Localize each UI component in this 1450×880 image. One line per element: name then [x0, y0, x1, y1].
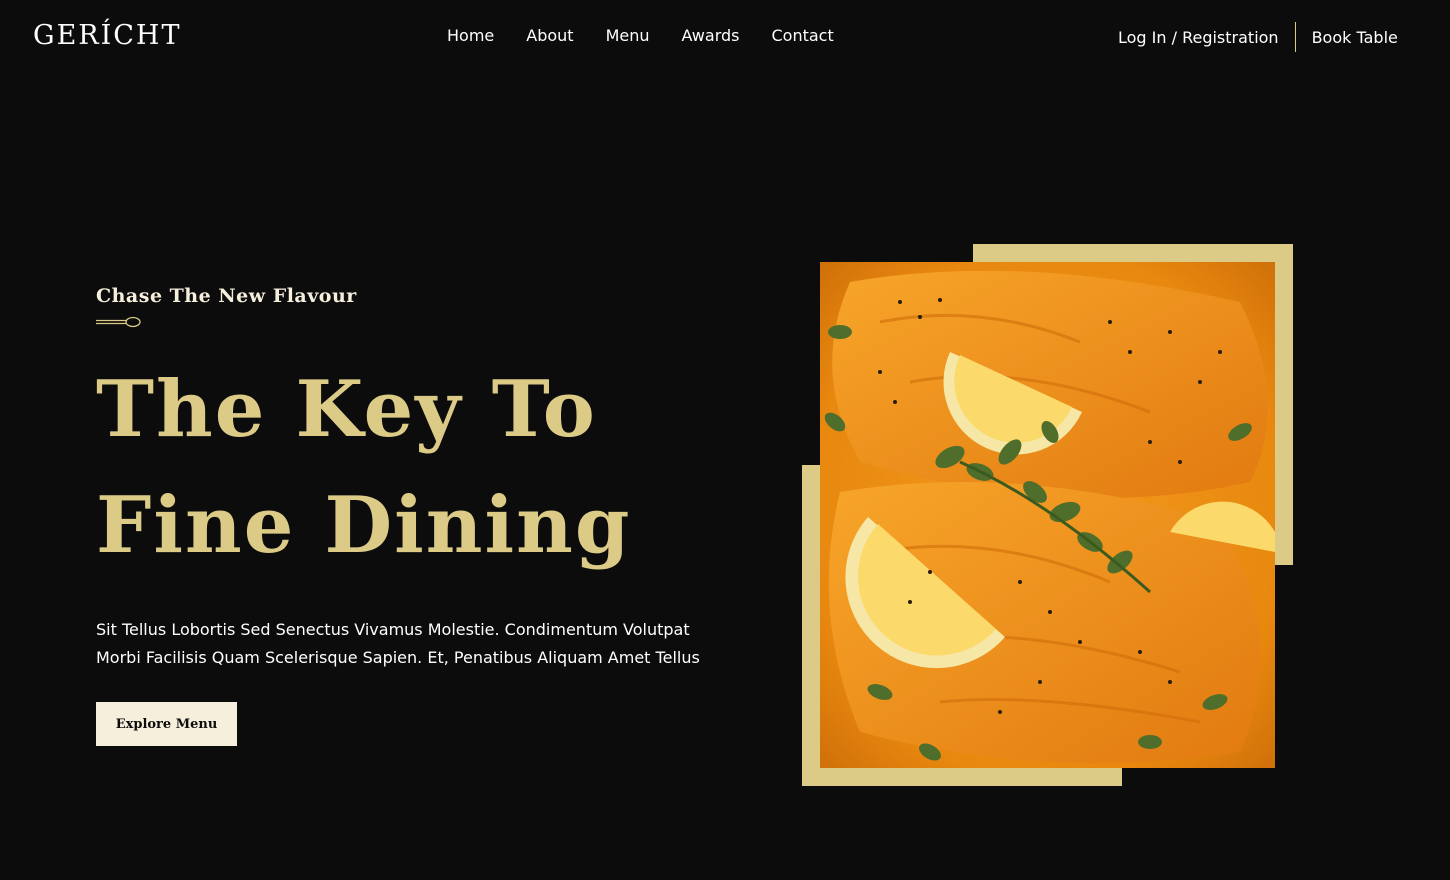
hero-title-line2: Fine Dining: [96, 480, 632, 571]
landing-page: GERÍCHT Home About Menu Awards Contact L…: [0, 0, 1450, 880]
nav-actions: Log In / Registration Book Table: [1118, 22, 1398, 52]
nav-link-home[interactable]: Home: [447, 26, 494, 45]
hero-title-line1: The Key To: [96, 364, 597, 455]
nav-link-menu[interactable]: Menu: [606, 26, 650, 45]
spoon-icon: [96, 316, 141, 328]
nav-divider: [1294, 22, 1296, 52]
logo[interactable]: GERÍCHT: [33, 20, 182, 51]
explore-menu-button[interactable]: Explore Menu: [96, 702, 237, 746]
hero-description: Sit Tellus Lobortis Sed Senectus Vivamus…: [96, 620, 700, 667]
salmon-dish-photo: [820, 262, 1275, 768]
hero-subtitle: Chase The New Flavour: [96, 285, 357, 307]
nav-links: Home About Menu Awards Contact: [447, 26, 834, 45]
nav-link-about[interactable]: About: [526, 26, 573, 45]
nav-link-contact[interactable]: Contact: [771, 26, 833, 45]
hero-title: The Key To Fine Dining: [96, 352, 631, 584]
book-table-link[interactable]: Book Table: [1312, 28, 1398, 47]
nav-link-awards[interactable]: Awards: [682, 26, 740, 45]
login-registration-link[interactable]: Log In / Registration: [1118, 28, 1279, 47]
